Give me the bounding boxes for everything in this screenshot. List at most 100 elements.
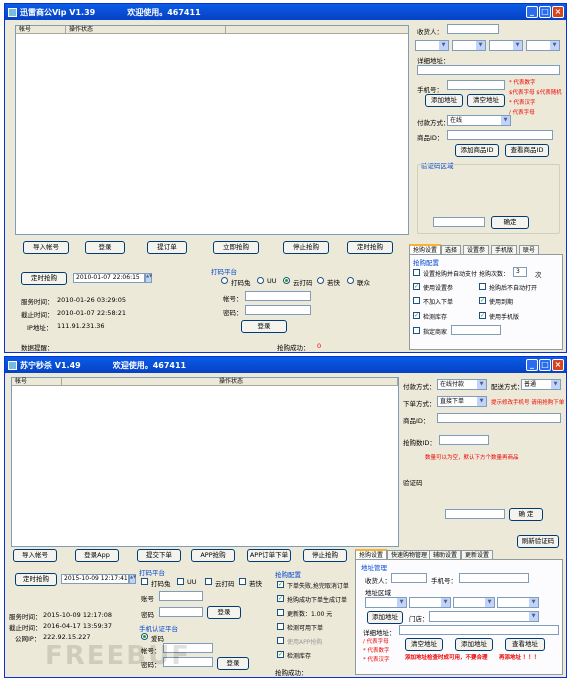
timer-button[interactable]: 定时抢购	[15, 573, 57, 586]
platform-cb-2[interactable]	[205, 578, 212, 585]
login-button[interactable]: 登录	[85, 241, 125, 254]
confirm-button[interactable]: 确 定	[509, 508, 543, 521]
minimize-icon[interactable]: _	[526, 359, 538, 371]
timer-input[interactable]: 2010-01-07 22:06:15	[73, 273, 145, 283]
view-address-button[interactable]: 查看地址	[505, 638, 545, 651]
rush-buy-button[interactable]: 立即抢购	[213, 241, 259, 254]
province-select[interactable]: ▼	[415, 40, 449, 51]
clear-address-button[interactable]: 清空地址	[467, 94, 505, 107]
add-product-button[interactable]: 添加商品ID	[455, 144, 499, 157]
platform-radio-1[interactable]	[257, 277, 264, 284]
schedule-button[interactable]: 定时抢购	[347, 241, 393, 254]
batch-address-button[interactable]: 添加地址	[455, 638, 493, 651]
account-list[interactable]: 帐号 操作状态	[15, 25, 409, 235]
checkbox-3[interactable]	[277, 623, 284, 630]
clear-address-button[interactable]: 清空地址	[405, 638, 443, 651]
addr-buyer-input[interactable]	[391, 573, 427, 583]
minimize-icon[interactable]: _	[526, 6, 538, 18]
maximize-icon[interactable]: □	[539, 359, 551, 371]
confirm-button[interactable]: 确定	[491, 216, 529, 229]
platform-cb-1[interactable]	[177, 578, 184, 585]
add-address-button[interactable]: 添加地址	[425, 94, 463, 107]
checkbox-r1[interactable]: ✓	[479, 297, 486, 304]
city-select[interactable]: ▼	[452, 40, 486, 51]
order-button[interactable]: 提订单	[147, 241, 187, 254]
district-select[interactable]: ▼	[489, 40, 523, 51]
ship-select[interactable]: 普通 ▼	[521, 379, 561, 390]
platform-password-input[interactable]	[159, 607, 203, 617]
addr-phone-input[interactable]	[459, 573, 529, 583]
qty-input[interactable]	[439, 435, 489, 445]
product-input[interactable]	[447, 130, 553, 140]
region-select-3[interactable]: ▼	[453, 597, 495, 608]
pay-select[interactable]: 在线付款 ▼	[437, 379, 487, 390]
platform-account-input[interactable]	[245, 291, 311, 301]
col-account[interactable]: 帐号	[12, 378, 62, 385]
checkbox-0[interactable]	[413, 269, 420, 276]
app-order-button[interactable]: APP订单下单	[247, 549, 291, 562]
sms-login-button[interactable]: 登录	[217, 657, 249, 670]
checkbox-1[interactable]: ✓	[277, 595, 284, 602]
import-account-button[interactable]: 导入帐号	[13, 549, 57, 562]
tab-settings[interactable]: 抢购设置	[409, 244, 442, 254]
login-app-button[interactable]: 登录App	[75, 549, 119, 562]
platform-radio-3[interactable]	[317, 277, 324, 284]
region-select-1[interactable]: ▼	[365, 597, 407, 608]
platform-cb-3[interactable]	[239, 578, 246, 585]
checkbox-r2[interactable]: ✓	[479, 312, 486, 319]
refresh-captcha-button[interactable]: 刷新验证码	[517, 535, 559, 548]
region-select-4[interactable]: ▼	[497, 597, 539, 608]
platform-account-input[interactable]	[159, 591, 203, 601]
checkbox-3[interactable]: ✓	[413, 312, 420, 319]
product-input[interactable]	[437, 413, 561, 423]
retry-input[interactable]: 3	[513, 267, 527, 277]
buyer-input[interactable]	[447, 24, 499, 34]
checkbox-2[interactable]	[413, 297, 420, 304]
stop-button[interactable]: 停止抢购	[283, 241, 329, 254]
spinner-icon[interactable]: ▲▼	[145, 273, 152, 283]
phone-input[interactable]	[447, 80, 505, 90]
add-address-button[interactable]: 添加地址	[367, 611, 403, 624]
spinner-icon[interactable]: ▲▼	[129, 574, 136, 584]
tab-settings[interactable]: 抢购设置	[355, 549, 388, 559]
captcha-input[interactable]	[433, 217, 485, 227]
checkbox-4[interactable]	[277, 637, 284, 644]
account-list[interactable]: 帐号 操作状态	[11, 377, 399, 547]
merchant-input[interactable]	[451, 325, 501, 335]
checkbox-5[interactable]: ✓	[277, 651, 284, 658]
submit-order-button[interactable]: 提交下单	[137, 549, 181, 562]
region-select-2[interactable]: ▼	[409, 597, 451, 608]
app-rush-button[interactable]: APP抢购	[191, 549, 235, 562]
detail-input[interactable]	[399, 625, 559, 635]
street-select[interactable]: ▼	[526, 40, 560, 51]
platform-cb-0[interactable]	[141, 578, 148, 585]
import-account-button[interactable]: 导入帐号	[23, 241, 69, 254]
platform-radio-2[interactable]	[283, 277, 290, 284]
platform-login-button[interactable]: 登录	[207, 606, 241, 619]
checkbox-1[interactable]: ✓	[413, 283, 420, 290]
captcha-input[interactable]	[445, 509, 505, 519]
col-status[interactable]: 操作状态	[66, 26, 226, 33]
close-icon[interactable]: ×	[552, 359, 564, 371]
platform-radio-0[interactable]	[221, 277, 228, 284]
col-status[interactable]: 操作状态	[62, 378, 398, 385]
checkbox-r0[interactable]	[479, 283, 486, 290]
pay-select[interactable]: 在线 ▼	[447, 115, 511, 126]
platform-password-input[interactable]	[245, 305, 311, 315]
checkbox-2[interactable]	[277, 609, 284, 616]
door-select[interactable]: ▼	[429, 611, 539, 622]
sms-radio[interactable]	[141, 633, 148, 640]
platform-login-button[interactable]: 登录	[241, 320, 287, 333]
close-icon[interactable]: ×	[552, 6, 564, 18]
view-product-button[interactable]: 查看商品ID	[505, 144, 549, 157]
col-account[interactable]: 帐号	[16, 26, 66, 33]
checkbox-0[interactable]: ✓	[277, 581, 284, 588]
order-mode-select[interactable]: 直接下单 ▼	[437, 396, 487, 407]
maximize-icon[interactable]: □	[539, 6, 551, 18]
timer-button[interactable]: 定时抢购	[21, 272, 67, 285]
stop-button[interactable]: 停止抢购	[303, 549, 347, 562]
timer-input[interactable]: 2015-10-09 12:17:41	[61, 574, 129, 584]
platform-radio-4[interactable]	[347, 277, 354, 284]
address-input[interactable]	[417, 65, 560, 75]
checkbox-4[interactable]	[413, 327, 420, 334]
